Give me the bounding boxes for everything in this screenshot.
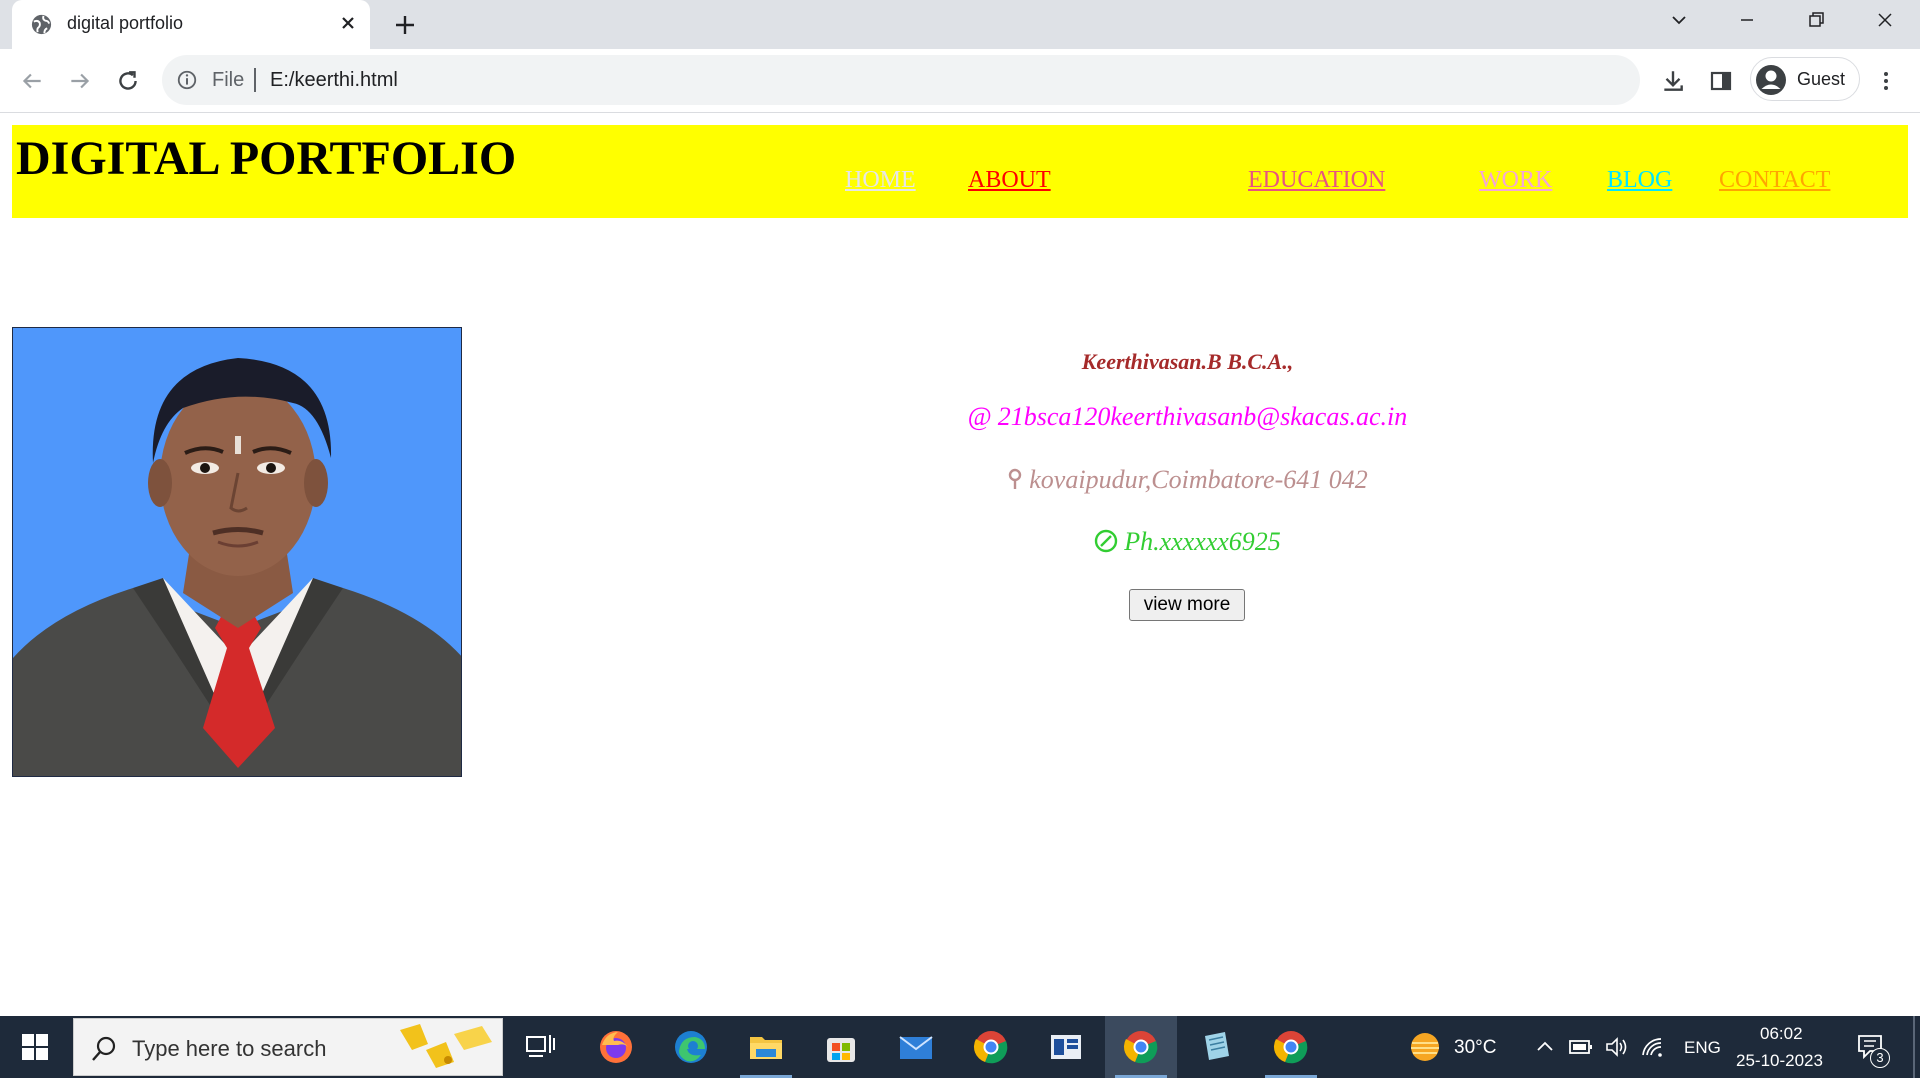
- minimize-button[interactable]: [1713, 0, 1781, 40]
- url-scheme-label: File: [212, 69, 245, 91]
- more-vertical-icon: [1884, 72, 1888, 90]
- tab-title: digital portfolio: [67, 13, 184, 33]
- close-window-button[interactable]: [1851, 0, 1919, 40]
- at-icon: @: [967, 402, 992, 431]
- windows-logo-icon: [22, 1034, 48, 1060]
- forward-button[interactable]: [62, 63, 98, 99]
- search-icon: [92, 1036, 116, 1061]
- reload-button[interactable]: [110, 63, 146, 99]
- download-icon: [1664, 71, 1683, 91]
- close-icon: [1878, 13, 1892, 27]
- taskbar-chrome-1[interactable]: [955, 1016, 1027, 1078]
- clock-date[interactable]: 25-10-2023: [1736, 1051, 1823, 1071]
- volume-icon[interactable]: [1604, 1036, 1628, 1058]
- profile-label: Guest: [1797, 69, 1846, 89]
- phone-text: Ph.xxxxxx6925: [1124, 527, 1281, 556]
- search-placeholder: Type here to search: [132, 1036, 327, 1061]
- taskbar-chrome-2[interactable]: [1255, 1016, 1327, 1078]
- taskbar-mail[interactable]: [880, 1016, 952, 1078]
- url-text[interactable]: E:/keerthi.html: [270, 69, 398, 92]
- phone-icon: [1094, 529, 1118, 553]
- url-separator: [254, 68, 256, 92]
- minimize-icon: [1741, 19, 1753, 21]
- nav-link-contact[interactable]: CONTACT: [1719, 167, 1830, 194]
- browser-toolbar: File E:/keerthi.html Guest: [0, 49, 1920, 113]
- store-icon: [827, 1038, 855, 1062]
- task-view-button[interactable]: [505, 1016, 577, 1078]
- address-row: kovaipudur,Coimbatore-641 042: [800, 465, 1575, 495]
- chrome-icon: [973, 1031, 1008, 1064]
- windows-taskbar: Type here to search 30°C ENG 06:02 25-10…: [0, 1016, 1920, 1078]
- globe-icon: [31, 14, 52, 35]
- notepad-icon: [1205, 1032, 1229, 1060]
- chrome-icon: [1123, 1031, 1158, 1064]
- view-more-button[interactable]: view more: [1129, 589, 1245, 621]
- address-bar[interactable]: File E:/keerthi.html: [162, 55, 1640, 105]
- nav-link-about[interactable]: ABOUT: [968, 167, 1051, 194]
- back-button[interactable]: [14, 63, 50, 99]
- site-header: DIGITAL PORTFOLIO HOME ABOUT EDUCATION W…: [12, 125, 1908, 218]
- folder-icon: [750, 1037, 782, 1059]
- temperature-label[interactable]: 30°C: [1454, 1037, 1496, 1059]
- arrow-left-icon: [22, 73, 41, 89]
- start-button[interactable]: [0, 1016, 70, 1078]
- restore-button[interactable]: [1782, 0, 1850, 40]
- weather-icon[interactable]: [1406, 1030, 1444, 1064]
- wifi-icon[interactable]: [1640, 1036, 1666, 1058]
- taskbar-firefox[interactable]: [580, 1016, 652, 1078]
- side-panel-icon: [1710, 71, 1732, 91]
- web-page: DIGITAL PORTFOLIO HOME ABOUT EDUCATION W…: [0, 114, 1920, 1016]
- firefox-icon: [600, 1031, 632, 1063]
- reload-icon: [119, 71, 137, 90]
- email-text: 21bsca120keerthivasanb@skacas.ac.in: [997, 402, 1408, 431]
- user-avatar-icon: [1756, 65, 1786, 95]
- nav-link-home[interactable]: HOME: [845, 167, 916, 194]
- taskbar-chrome-active[interactable]: [1105, 1016, 1177, 1078]
- profile-button[interactable]: Guest: [1750, 57, 1860, 101]
- task-view-icon: [526, 1035, 555, 1057]
- taskbar-store[interactable]: [805, 1016, 877, 1078]
- taskbar-file-explorer[interactable]: [730, 1016, 802, 1078]
- taskbar-notepad[interactable]: [1180, 1016, 1252, 1078]
- email-row: @21bsca120keerthivasanb@skacas.ac.in: [800, 402, 1575, 432]
- tab-strip: digital portfolio: [0, 0, 1920, 49]
- close-icon[interactable]: [336, 11, 360, 35]
- language-indicator[interactable]: ENG: [1684, 1038, 1721, 1058]
- notification-badge: 3: [1870, 1048, 1890, 1068]
- nav-link-blog[interactable]: BLOG: [1607, 167, 1672, 194]
- search-highlight-icon: [400, 1024, 492, 1068]
- show-desktop-strip[interactable]: [1913, 1016, 1915, 1078]
- portrait-illustration: [13, 328, 461, 776]
- battery-icon[interactable]: [1568, 1037, 1594, 1057]
- chevron-up-icon[interactable]: [1534, 1036, 1556, 1058]
- taskbar-search[interactable]: Type here to search: [73, 1018, 503, 1076]
- arrow-right-icon: [71, 73, 90, 89]
- window-app-icon: [1051, 1035, 1081, 1059]
- side-panel-button[interactable]: [1703, 63, 1739, 99]
- mail-icon: [899, 1036, 933, 1059]
- chrome-icon: [1273, 1031, 1308, 1064]
- downloads-button[interactable]: [1655, 63, 1691, 99]
- map-pin-icon: [1009, 468, 1022, 489]
- menu-button[interactable]: [1868, 63, 1904, 99]
- clock-time[interactable]: 06:02: [1760, 1024, 1803, 1044]
- edge-icon: [675, 1031, 707, 1063]
- restore-icon: [1809, 12, 1824, 27]
- new-tab-icon[interactable]: [390, 10, 420, 40]
- site-title: DIGITAL PORTFOLIO: [16, 132, 517, 185]
- profile-name: Keerthivasan.B B.C.A.,: [1081, 349, 1294, 374]
- chevron-down-icon: [1672, 16, 1686, 25]
- tab-search-button[interactable]: [1645, 0, 1713, 40]
- taskbar-edge[interactable]: [655, 1016, 727, 1078]
- info-icon[interactable]: [176, 69, 198, 91]
- profile-photo: [12, 327, 462, 777]
- tab-active[interactable]: digital portfolio: [12, 0, 370, 49]
- taskbar-app-blue[interactable]: [1030, 1016, 1102, 1078]
- nav-link-work[interactable]: WORK: [1479, 167, 1552, 194]
- nav-link-education[interactable]: EDUCATION: [1248, 167, 1385, 194]
- address-text: kovaipudur,Coimbatore-641 042: [1029, 465, 1368, 494]
- phone-row: Ph.xxxxxx6925: [800, 527, 1575, 557]
